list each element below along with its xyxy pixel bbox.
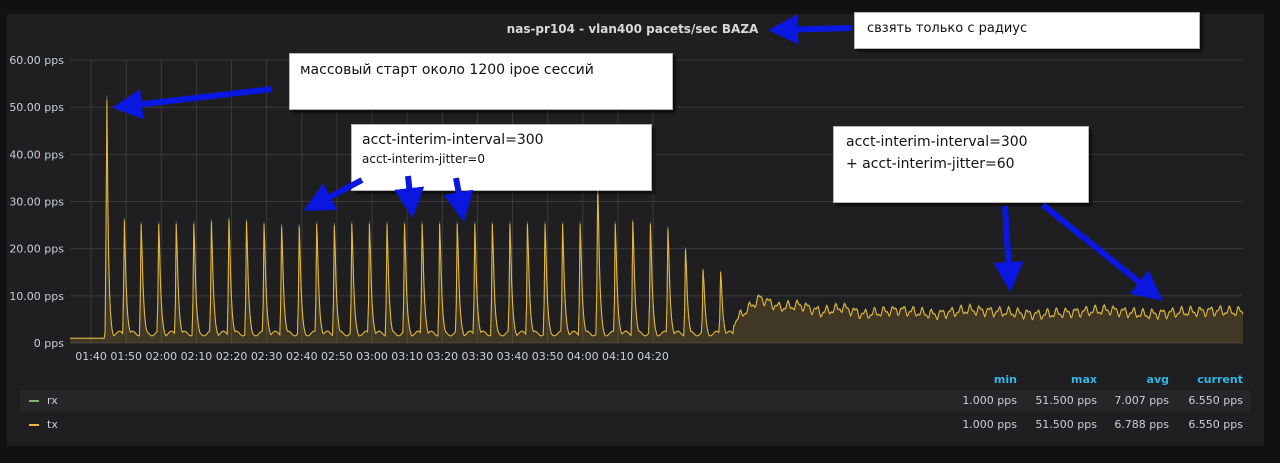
annotation-interim-note: acct-interim-interval=300 acct-interim-j…: [351, 124, 652, 191]
y-tick-label: 0 pps: [34, 337, 64, 350]
legend-current: 6.550 pps: [1188, 418, 1243, 431]
legend-header-current[interactable]: current: [1183, 373, 1243, 386]
legend-avg: 7.007 pps: [1114, 394, 1169, 407]
x-tick-label: 03:50: [532, 350, 564, 363]
legend-series-name[interactable]: tx: [47, 418, 58, 431]
x-tick-label: 03:30: [462, 350, 494, 363]
x-tick-label: 02:40: [286, 350, 318, 363]
x-tick-label: 03:00: [356, 350, 388, 363]
x-tick-label: 02:20: [216, 350, 248, 363]
legend-row-rx[interactable]: rx 1.000 pps 51.500 pps 7.007 pps 6.550 …: [20, 390, 1250, 412]
annotation-radius-note: свзять только с радиус: [854, 12, 1200, 49]
legend-avg: 6.788 pps: [1114, 418, 1169, 431]
annotation-text-line1: acct-interim-interval=300: [362, 132, 544, 148]
y-tick-label: 40.00 pps: [9, 148, 64, 161]
legend-header-min[interactable]: min: [977, 373, 1017, 386]
y-tick-label: 10.00 pps: [9, 290, 64, 303]
legend-swatch-tx: [29, 424, 39, 426]
x-tick-label: 02:50: [321, 350, 353, 363]
annotation-text-line2: acct-interim-jitter=0: [362, 152, 485, 166]
annotation-text-line2: + acct-interim-jitter=60: [846, 156, 1015, 172]
x-tick-label: 03:10: [391, 350, 423, 363]
legend-header-avg[interactable]: avg: [1129, 373, 1169, 386]
legend-current: 6.550 pps: [1188, 394, 1243, 407]
annotation-text: массовый старт около 1200 ipoe сессий: [300, 62, 594, 78]
x-tick-label: 01:40: [75, 350, 107, 363]
x-tick-label: 02:30: [251, 350, 283, 363]
y-axis-ticks: 0 pps 10.00 pps 20.00 pps 30.00 pps 40.00 pp…: [9, 54, 64, 350]
x-tick-label: 02:10: [181, 350, 213, 363]
x-axis-ticks: 01:40 01:50 02:00 02:10 02:20 02:30 02:40 02:50…: [75, 350, 669, 363]
legend-max: 51.500 pps: [1035, 418, 1097, 431]
annotation-jitter-note: acct-interim-interval=300 + acct-interim…: [833, 126, 1089, 203]
legend-min: 1.000 pps: [962, 394, 1017, 407]
x-tick-label: 04:20: [637, 350, 669, 363]
annotation-text-line1: acct-interim-interval=300: [846, 134, 1028, 150]
x-tick-label: 04:10: [602, 350, 634, 363]
y-tick-label: 30.00 pps: [9, 196, 64, 209]
legend-min: 1.000 pps: [962, 418, 1017, 431]
x-tick-label: 03:20: [426, 350, 458, 363]
legend-header-max[interactable]: max: [1057, 373, 1097, 386]
y-tick-label: 60.00 pps: [9, 54, 64, 67]
x-tick-label: 03:40: [497, 350, 529, 363]
legend-max: 51.500 pps: [1035, 394, 1097, 407]
x-tick-label: 01:50: [110, 350, 142, 363]
legend-row-tx[interactable]: tx 1.000 pps 51.500 pps 6.788 pps 6.550 …: [20, 414, 1250, 436]
annotation-mass-start-note: массовый старт около 1200 ipoe сессий: [289, 53, 673, 110]
x-tick-label: 02:00: [145, 350, 177, 363]
y-tick-label: 50.00 pps: [9, 101, 64, 114]
annotation-text: свзять только с радиус: [867, 21, 1028, 36]
legend-series-name[interactable]: rx: [47, 394, 58, 407]
x-tick-label: 04:00: [567, 350, 599, 363]
y-tick-label: 20.00 pps: [9, 243, 64, 256]
legend-swatch-rx: [29, 400, 39, 402]
